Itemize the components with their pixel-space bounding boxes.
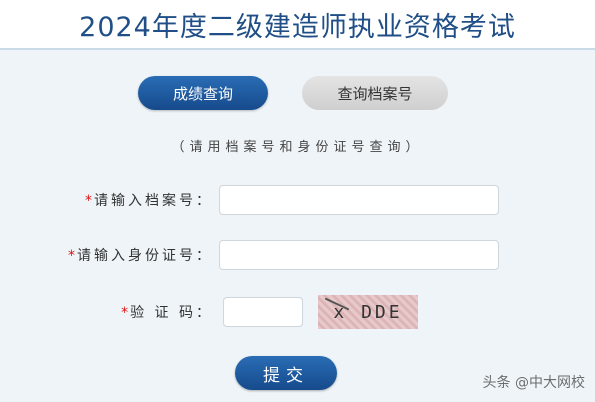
captcha-label-text: 验 证 码： [130, 305, 213, 321]
archive-number-input[interactable] [219, 185, 499, 215]
header: 2024年度二级建造师执业资格考试 [0, 0, 595, 50]
captcha-input[interactable] [223, 297, 303, 327]
id-number-input[interactable] [219, 240, 499, 270]
required-mark: * [68, 248, 75, 264]
watermark: 头条 @中大网校 [482, 375, 585, 391]
submit-button[interactable]: 提交 [235, 356, 337, 390]
archive-label: * 请输入档案号： [85, 185, 213, 217]
captcha-text: x DDE [333, 301, 403, 323]
id-label: * 请输入身份证号： [68, 240, 213, 272]
required-mark: * [85, 193, 92, 209]
id-label-text: 请输入身份证号： [77, 248, 213, 264]
archive-row: * 请输入档案号： [0, 185, 595, 217]
archive-label-text: 请输入档案号： [94, 193, 213, 209]
captcha-image[interactable]: x DDE [318, 295, 418, 329]
id-row: * 请输入身份证号： [0, 240, 595, 272]
tab-bar: 成绩查询 查询档案号 [0, 76, 595, 110]
tab-archive-query[interactable]: 查询档案号 [302, 76, 448, 110]
tab-score-query[interactable]: 成绩查询 [138, 76, 268, 110]
required-mark: * [121, 305, 129, 321]
query-hint: （请用档案号和身份证号查询） [171, 140, 424, 155]
page-title: 2024年度二级建造师执业资格考试 [79, 11, 516, 43]
captcha-row: * 验 证 码： [0, 297, 595, 329]
captcha-label: * 验 证 码： [121, 297, 213, 329]
